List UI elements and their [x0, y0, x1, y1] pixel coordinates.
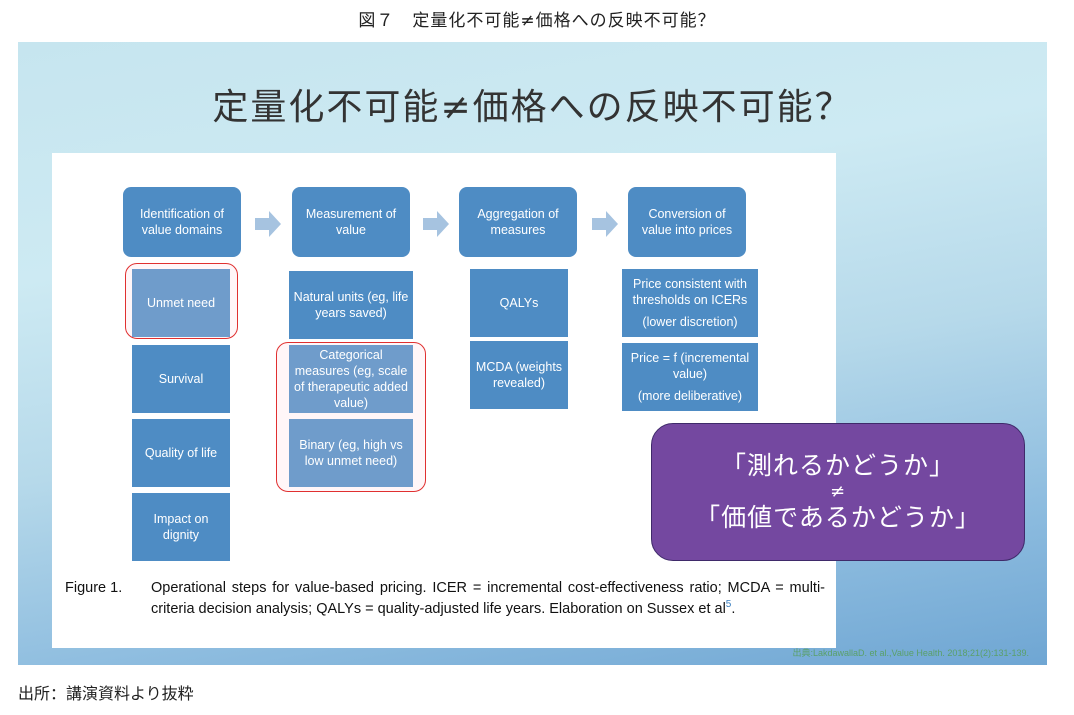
header-identification: Identification of value domains — [123, 187, 241, 257]
callout-box: 「測れるかどうか」 ≠ 「価値であるかどうか」 — [651, 423, 1025, 561]
item-categorical-measures: Categorical measures (eg, scale of thera… — [289, 345, 413, 413]
header-measurement: Measurement of value — [292, 187, 410, 257]
figure-title: 図７ 定量化不可能≠価格への反映不可能？ — [358, 11, 716, 31]
item-binary: Binary (eg, high vs low unmet need) — [289, 419, 413, 487]
item-price-thresholds: Price consistent with thresholds on ICER… — [622, 269, 758, 337]
figure-panel: Identification of value domains Unmet ne… — [52, 153, 836, 648]
item-mcda: MCDA (weights revealed) — [470, 341, 568, 409]
header-aggregation: Aggregation of measures — [459, 187, 577, 257]
item-impact-on-dignity: Impact on dignity — [132, 493, 230, 561]
not-equal-icon: ≠ — [829, 481, 847, 502]
caption-label: Figure 1. — [65, 580, 123, 596]
item-survival: Survival — [132, 345, 230, 413]
source-citation: 出典:LakdawallaD. et al.,Value Health. 201… — [792, 648, 1029, 658]
item-qalys: QALYs — [470, 269, 568, 337]
callout-line-1: 「測れるかどうか」 — [720, 451, 955, 481]
footer-source: 出所：講演資料より抜粋 — [18, 684, 194, 703]
item-natural-units: Natural units (eg, life years saved) — [289, 271, 413, 339]
arrow-right-icon — [423, 211, 449, 237]
slide: 定量化不可能≠価格への反映不可能？ Identification of valu… — [18, 42, 1047, 665]
item-price-incremental: Price = f (incremental value) (more deli… — [622, 343, 758, 411]
figure-caption: Figure 1. Operational steps for value-ba… — [65, 580, 825, 617]
item-unmet-need: Unmet need — [132, 269, 230, 337]
slide-title: 定量化不可能≠価格への反映不可能？ — [212, 87, 853, 128]
header-conversion: Conversion of value into prices — [628, 187, 746, 257]
arrow-right-icon — [255, 211, 281, 237]
caption-text: Operational steps for value-based pricin… — [151, 580, 825, 617]
callout-line-2: 「価値であるかどうか」 — [695, 503, 981, 532]
arrow-right-icon — [592, 211, 618, 237]
item-quality-of-life: Quality of life — [132, 419, 230, 487]
